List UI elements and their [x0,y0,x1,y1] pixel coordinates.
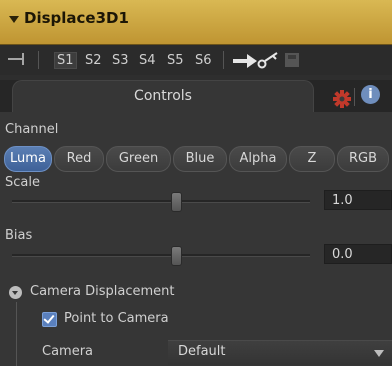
channel-alpha-button[interactable]: Alpha [229,146,287,172]
group-indent-line [16,302,17,366]
toolbar-divider [223,51,224,69]
chevron-down-icon [374,350,384,357]
slot-s1[interactable]: S1 [54,52,77,69]
pin-icon[interactable] [8,53,24,65]
scale-slider-track[interactable] [12,200,310,203]
key-icon[interactable] [257,51,279,69]
channel-blue-button[interactable]: Blue [173,146,227,172]
node-title: Displace3D1 [24,9,129,27]
slot-s5[interactable]: S5 [167,53,184,68]
camera-displacement-header[interactable]: Camera Displacement [30,284,175,299]
toolbar-divider [38,51,39,69]
channel-z-button[interactable]: Z [289,146,335,172]
slot-s6[interactable]: S6 [195,53,212,68]
camera-dropdown[interactable]: Default [168,340,392,365]
channel-green-button[interactable]: Green [106,146,171,172]
point-to-camera-label: Point to Camera [64,311,169,326]
info-icon[interactable]: i [361,85,380,104]
collapse-arrow-icon[interactable] [9,16,19,23]
scale-slider-thumb[interactable] [170,192,182,212]
camera-dropdown-value: Default [178,344,226,359]
tab-divider [354,88,355,106]
scale-label: Scale [5,175,40,190]
slot-s4[interactable]: S4 [139,53,156,68]
bias-label: Bias [5,228,33,243]
bias-slider-track[interactable] [12,254,310,257]
collapse-group-icon[interactable] [9,286,22,299]
channel-luma-button[interactable]: Luma [4,146,52,172]
scale-value-field[interactable]: 1.0 [324,190,392,210]
camera-label: Camera [42,344,94,359]
arrow-right-icon[interactable] [233,54,257,68]
gear-icon[interactable] [333,90,351,108]
save-icon[interactable] [285,53,299,67]
slot-s3[interactable]: S3 [112,53,129,68]
slot-s2[interactable]: S2 [85,53,102,68]
point-to-camera-checkbox[interactable] [42,312,57,327]
channel-label: Channel [5,122,59,137]
tab-controls[interactable]: Controls [12,80,314,113]
toolbar: S1 S2 S3 S4 S5 S6 [0,45,392,75]
channel-rgb-button[interactable]: RGB [337,146,389,172]
node-title-bar[interactable]: Displace3D1 [0,0,392,45]
tab-controls-label: Controls [134,88,192,104]
channel-red-button[interactable]: Red [54,146,104,172]
bias-slider-thumb[interactable] [170,246,182,266]
bias-value-field[interactable]: 0.0 [324,244,392,264]
